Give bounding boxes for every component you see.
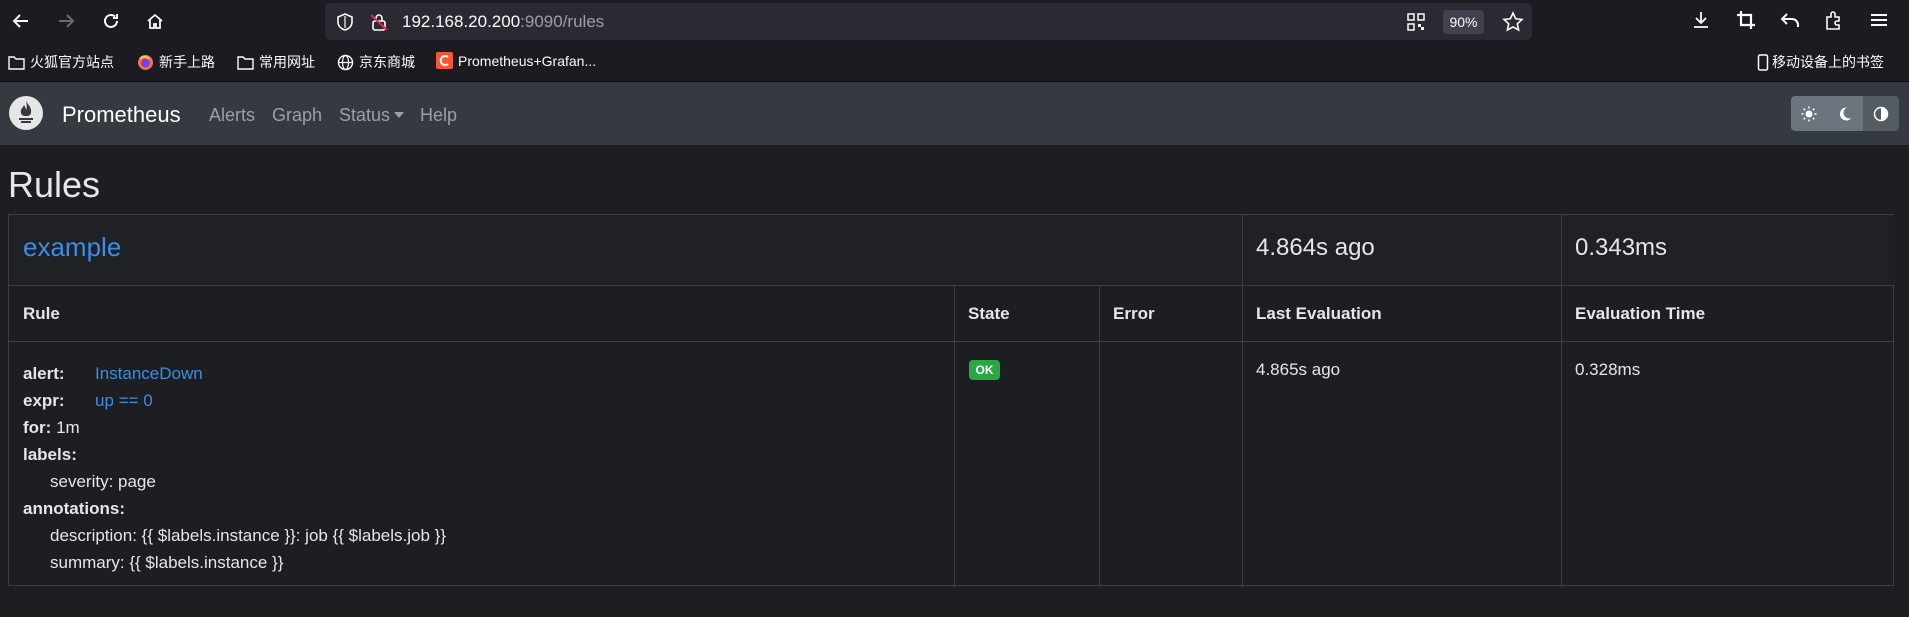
column-divider — [954, 286, 955, 587]
url-text[interactable]: 192.168.20.200:9090/rules — [402, 12, 604, 32]
rule-for-line: for: 1m — [23, 414, 446, 441]
bookmark-label: 京东商城 — [359, 54, 415, 70]
column-divider — [1099, 286, 1100, 587]
caret-down-icon — [394, 112, 405, 118]
state-badge: OK — [969, 360, 1000, 380]
rule-annotation-description: description: {{ $labels.instance }}: job… — [50, 526, 447, 545]
rule-labels-key: labels: — [23, 445, 77, 464]
theme-toggle-group — [1791, 96, 1899, 131]
column-header-evaluation-time: Evaluation Time — [1575, 304, 1706, 323]
dark-theme-button[interactable] — [1827, 96, 1863, 131]
mobile-bookmarks-label: 移动设备上的书签 — [1772, 54, 1884, 70]
menu-icon[interactable] — [1868, 9, 1890, 31]
column-header-error: Error — [1113, 304, 1155, 323]
rule-group-link[interactable]: example — [23, 232, 121, 263]
alert-name-link[interactable]: InstanceDown — [95, 360, 203, 387]
globe-icon — [337, 54, 354, 71]
rule-evaluation-time: 0.328ms — [1575, 360, 1641, 379]
rule-expr-line: expr: up == 0 — [23, 387, 446, 414]
bookmark-label: Prometheus+Grafan... — [458, 52, 597, 69]
nav-status-label: Status — [339, 105, 391, 125]
rule-alert-key: alert: — [23, 364, 65, 383]
header-row-divider — [9, 341, 1895, 342]
column-header-last-evaluation: Last Evaluation — [1256, 304, 1382, 323]
rule-annotations-key: annotations: — [23, 499, 125, 518]
rule-label-item: severity: page — [50, 472, 156, 491]
extensions-icon[interactable] — [1823, 9, 1845, 31]
crop-icon[interactable] — [1735, 9, 1757, 31]
folder-icon — [237, 54, 254, 71]
page-title: Rules — [8, 164, 101, 205]
bookmark-item[interactable]: 新手上路 — [137, 52, 215, 72]
forward-icon[interactable] — [52, 7, 80, 35]
rule-last-evaluation: 4.865s ago — [1256, 360, 1341, 379]
download-icon[interactable] — [1690, 9, 1712, 31]
rule-alert-line: alert: InstanceDown — [23, 360, 446, 387]
shield-icon[interactable] — [335, 12, 355, 32]
browser-toolbar: 192.168.20.200:9090/rules 90% — [0, 0, 1909, 42]
moon-icon — [1839, 106, 1852, 120]
mobile-bookmarks[interactable]: 移动设备上的书签 — [1757, 52, 1884, 72]
sun-icon — [1801, 106, 1817, 121]
bookmark-star-icon[interactable] — [1502, 11, 1524, 33]
nav-status-dropdown[interactable]: Status — [339, 105, 405, 126]
firefox-icon — [137, 54, 154, 71]
rule-definition: alert: InstanceDown expr: up == 0 for: 1… — [23, 360, 446, 576]
prometheus-logo-icon[interactable] — [9, 96, 43, 130]
rule-annotation-summary: summary: {{ $labels.instance }} — [50, 553, 284, 572]
bookmark-label: 常用网址 — [259, 54, 315, 70]
bookmark-item[interactable]: 京东商城 — [337, 52, 415, 72]
rule-for-key: for: — [23, 418, 52, 437]
expr-link[interactable]: up == 0 — [95, 387, 153, 414]
rule-expr-key: expr: — [23, 391, 65, 410]
insecure-lock-icon[interactable] — [369, 12, 389, 32]
rule-group-header: example 4.864s ago 0.343ms — [9, 215, 1895, 286]
column-header-state: State — [968, 304, 1010, 323]
bookmark-label: 火狐官方站点 — [30, 54, 114, 70]
rules-table: example 4.864s ago 0.343ms Rule State Er… — [8, 214, 1895, 587]
column-divider — [1242, 215, 1243, 587]
bookmarks-toolbar: 火狐官方站点 新手上路 常用网址 京东商城 Prometheus+Grafan.… — [0, 42, 1909, 82]
group-last-evaluation: 4.864s ago — [1256, 234, 1375, 261]
nav-alerts-link[interactable]: Alerts — [209, 105, 255, 126]
nav-graph-link[interactable]: Graph — [272, 105, 322, 126]
mobile-device-icon — [1757, 53, 1769, 71]
back-icon[interactable] — [7, 7, 35, 35]
qr-code-icon[interactable] — [1406, 12, 1426, 32]
undo-icon[interactable] — [1779, 9, 1801, 31]
column-header-rule: Rule — [23, 304, 60, 323]
c-logo-icon — [436, 52, 453, 69]
url-bar[interactable]: 192.168.20.200:9090/rules 90% — [325, 3, 1532, 40]
bookmark-item[interactable]: 火狐官方站点 — [8, 52, 114, 72]
bookmark-item[interactable]: 常用网址 — [237, 52, 315, 72]
light-theme-button[interactable] — [1791, 96, 1827, 131]
rule-annotations-line: annotations: — [23, 495, 446, 522]
half-circle-icon — [1873, 106, 1889, 121]
bookmark-item[interactable]: Prometheus+Grafan... — [436, 52, 596, 69]
rule-for-value: 1m — [56, 418, 80, 437]
zoom-level-button[interactable]: 90% — [1443, 10, 1484, 34]
nav-help-link[interactable]: Help — [420, 105, 457, 126]
column-divider — [1561, 215, 1562, 587]
group-evaluation-time: 0.343ms — [1575, 234, 1668, 261]
bookmark-label: 新手上路 — [159, 54, 215, 70]
home-icon[interactable] — [141, 7, 169, 35]
rule-labels-line: labels: — [23, 441, 446, 468]
reload-icon[interactable] — [97, 7, 125, 35]
folder-icon — [8, 54, 25, 71]
browser-theme-button[interactable] — [1863, 96, 1899, 131]
brand-link[interactable]: Prometheus — [62, 102, 181, 128]
